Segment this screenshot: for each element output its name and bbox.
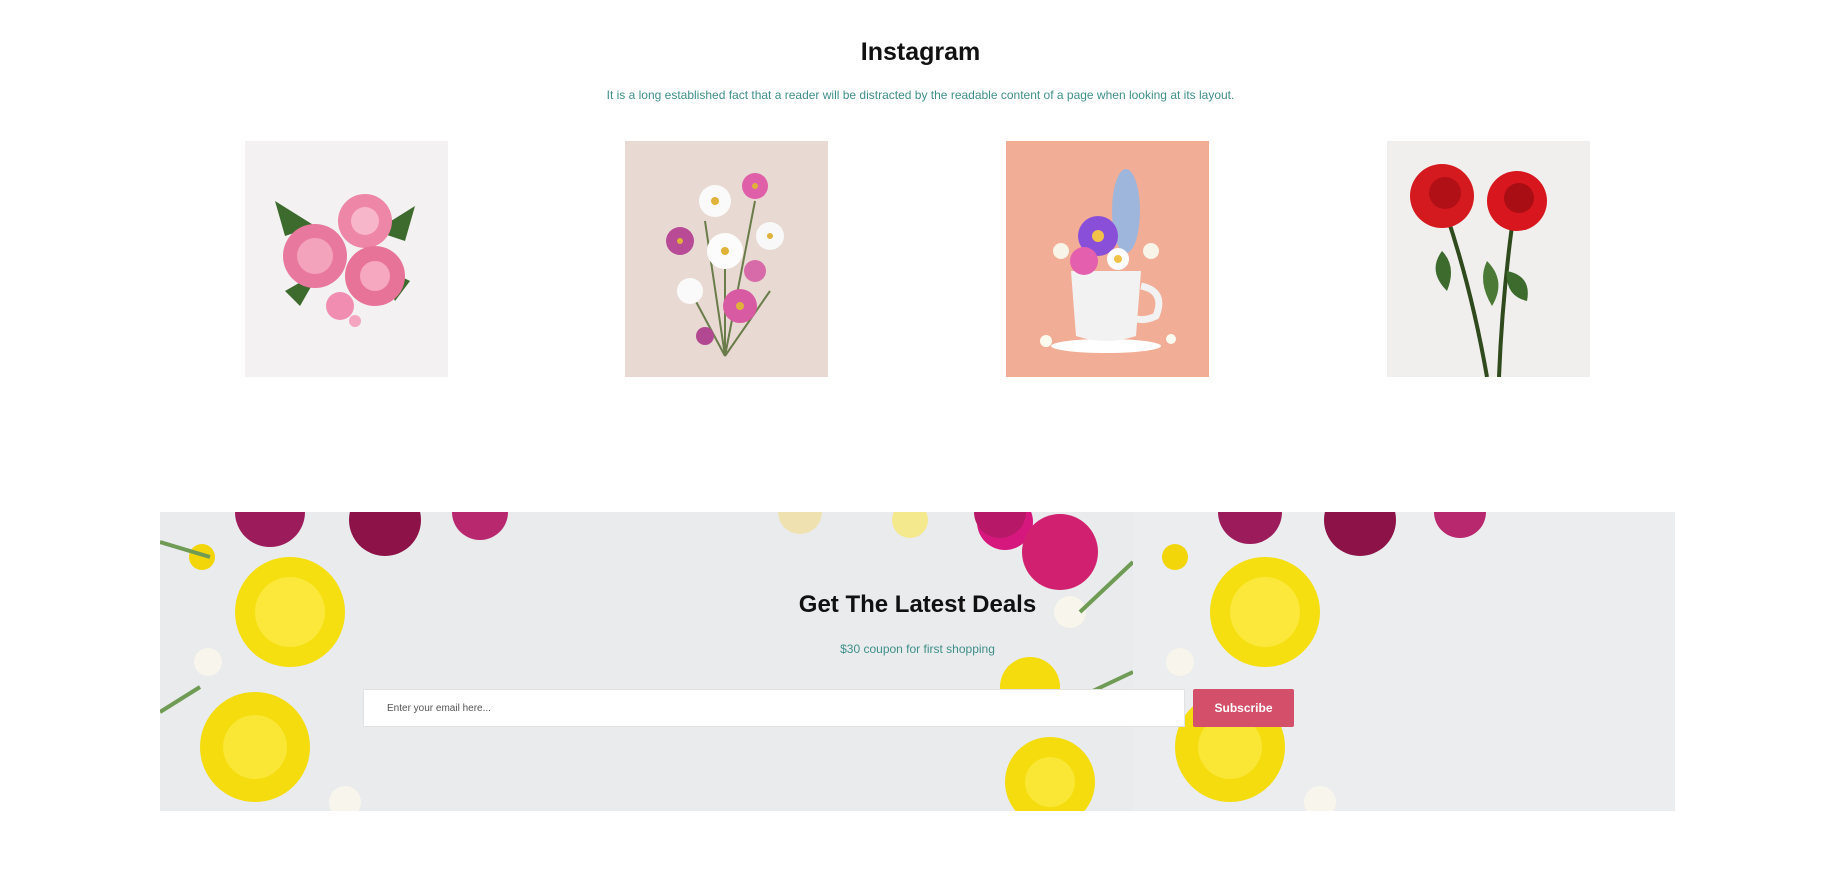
deals-subtitle: $30 coupon for first shopping [840,642,995,656]
subscribe-button[interactable]: Subscribe [1193,689,1294,727]
deals-title: Get The Latest Deals [798,591,1037,618]
red-roses-photo [1387,141,1590,377]
pink-roses-photo [245,141,448,377]
flower-background-image [160,512,1675,811]
instagram-title: Instagram [860,38,981,66]
email-input[interactable] [363,689,1185,727]
instagram-image-cosmos[interactable] [625,141,828,377]
instagram-image-pink-roses[interactable] [245,141,448,377]
instagram-image-flower-cup[interactable] [1006,141,1209,377]
deals-banner: Get The Latest Deals $30 coupon for firs… [160,512,1675,811]
instagram-subtitle: It is a long established fact that a rea… [606,88,1235,102]
instagram-image-red-roses[interactable] [1387,141,1590,377]
flower-cup-photo [1006,141,1209,377]
cosmos-photo [625,141,828,377]
